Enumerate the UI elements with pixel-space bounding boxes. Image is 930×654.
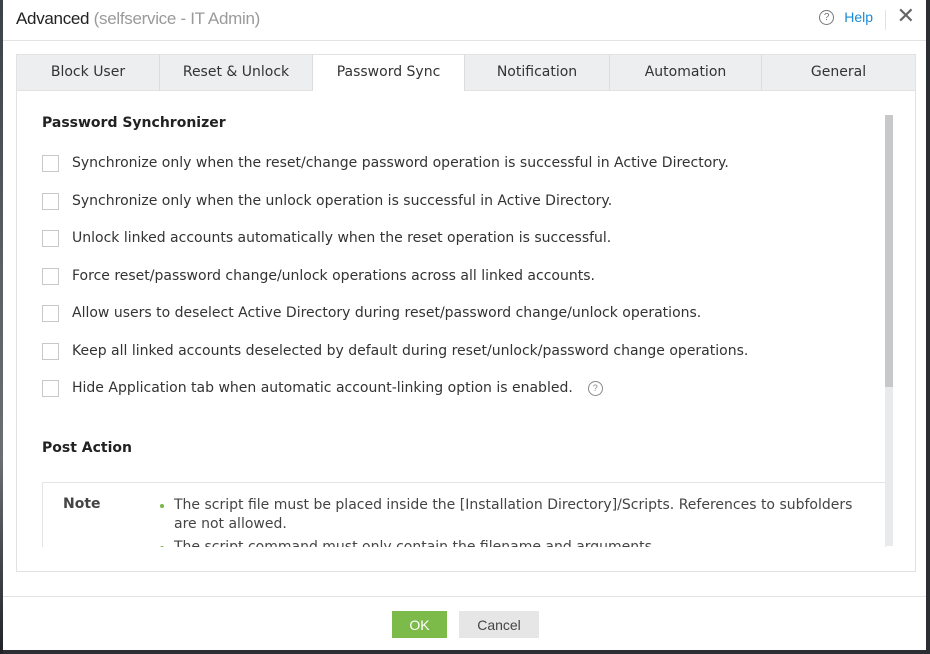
dialog-title-main: Advanced bbox=[16, 9, 90, 28]
option-label: Keep all linked accounts deselected by d… bbox=[72, 343, 749, 359]
note-label: Note bbox=[63, 496, 101, 512]
scrollbar-thumb[interactable] bbox=[885, 115, 893, 387]
tab-automation[interactable]: Automation bbox=[610, 55, 762, 90]
dialog-title-context: (selfservice - IT Admin) bbox=[93, 9, 261, 28]
advanced-dialog: Advanced (selfservice - IT Admin) ? Help… bbox=[3, 0, 926, 650]
note-box: Note The script file must be placed insi… bbox=[42, 482, 886, 547]
close-icon[interactable]: ✕ bbox=[897, 4, 915, 29]
option-label: Unlock linked accounts automatically whe… bbox=[72, 230, 612, 246]
scrollbar-track[interactable] bbox=[885, 115, 893, 546]
help-label[interactable]: Help bbox=[844, 9, 873, 25]
checkbox[interactable] bbox=[42, 154, 59, 172]
option-label: Synchronize only when the unlock operati… bbox=[72, 193, 613, 209]
tab-reset-unlock[interactable]: Reset & Unlock bbox=[160, 55, 313, 90]
post-action-heading: Post Action bbox=[42, 440, 132, 456]
tab-block-user[interactable]: Block User bbox=[17, 55, 160, 90]
note-item: The script file must be placed inside th… bbox=[158, 496, 858, 534]
cancel-button[interactable]: Cancel bbox=[459, 611, 539, 638]
tab-content: Password Synchronizer Synchronize only w… bbox=[17, 91, 915, 547]
note-list: The script file must be placed inside th… bbox=[158, 496, 858, 547]
checkbox[interactable] bbox=[42, 267, 59, 285]
settings-panel: Block User Reset & Unlock Password Sync … bbox=[16, 54, 916, 572]
option-label: Force reset/password change/unlock opera… bbox=[72, 268, 595, 284]
option-sync-on-unlock-success[interactable]: Synchronize only when the unlock operati… bbox=[42, 190, 612, 212]
note-item: The script command must only contain the… bbox=[158, 538, 858, 547]
option-allow-deselect-ad[interactable]: Allow users to deselect Active Directory… bbox=[42, 302, 701, 324]
tab-notification[interactable]: Notification bbox=[465, 55, 610, 90]
dialog-title: Advanced (selfservice - IT Admin) bbox=[16, 9, 260, 29]
option-sync-on-reset-success[interactable]: Synchronize only when the reset/change p… bbox=[42, 152, 729, 174]
option-label: Synchronize only when the reset/change p… bbox=[72, 155, 729, 171]
option-hide-application-tab[interactable]: Hide Application tab when automatic acco… bbox=[42, 377, 603, 399]
tab-password-sync[interactable]: Password Sync bbox=[313, 55, 465, 91]
checkbox[interactable] bbox=[42, 342, 59, 360]
dialog-footer: OK Cancel bbox=[3, 596, 926, 651]
help-tooltip-icon[interactable]: ? bbox=[587, 380, 603, 396]
option-unlock-linked-accounts[interactable]: Unlock linked accounts automatically whe… bbox=[42, 227, 611, 249]
checkbox[interactable] bbox=[42, 192, 59, 210]
ok-button[interactable]: OK bbox=[392, 611, 447, 638]
option-keep-linked-deselected[interactable]: Keep all linked accounts deselected by d… bbox=[42, 340, 748, 362]
dialog-header: Advanced (selfservice - IT Admin) ? Help… bbox=[3, 0, 926, 41]
checkbox[interactable] bbox=[42, 379, 59, 397]
password-synchronizer-heading: Password Synchronizer bbox=[42, 115, 226, 131]
question-circle-icon: ? bbox=[819, 9, 835, 25]
option-label: Hide Application tab when automatic acco… bbox=[72, 380, 573, 396]
option-force-all-linked[interactable]: Force reset/password change/unlock opera… bbox=[42, 265, 595, 287]
header-divider bbox=[885, 10, 886, 30]
checkbox[interactable] bbox=[42, 304, 59, 322]
tab-bar: Block User Reset & Unlock Password Sync … bbox=[17, 55, 915, 91]
option-label: Allow users to deselect Active Directory… bbox=[72, 305, 702, 321]
tab-general[interactable]: General bbox=[762, 55, 915, 90]
checkbox[interactable] bbox=[42, 229, 59, 247]
close-button[interactable]: ✕ bbox=[897, 6, 915, 28]
help-link[interactable]: ? Help bbox=[819, 9, 873, 25]
